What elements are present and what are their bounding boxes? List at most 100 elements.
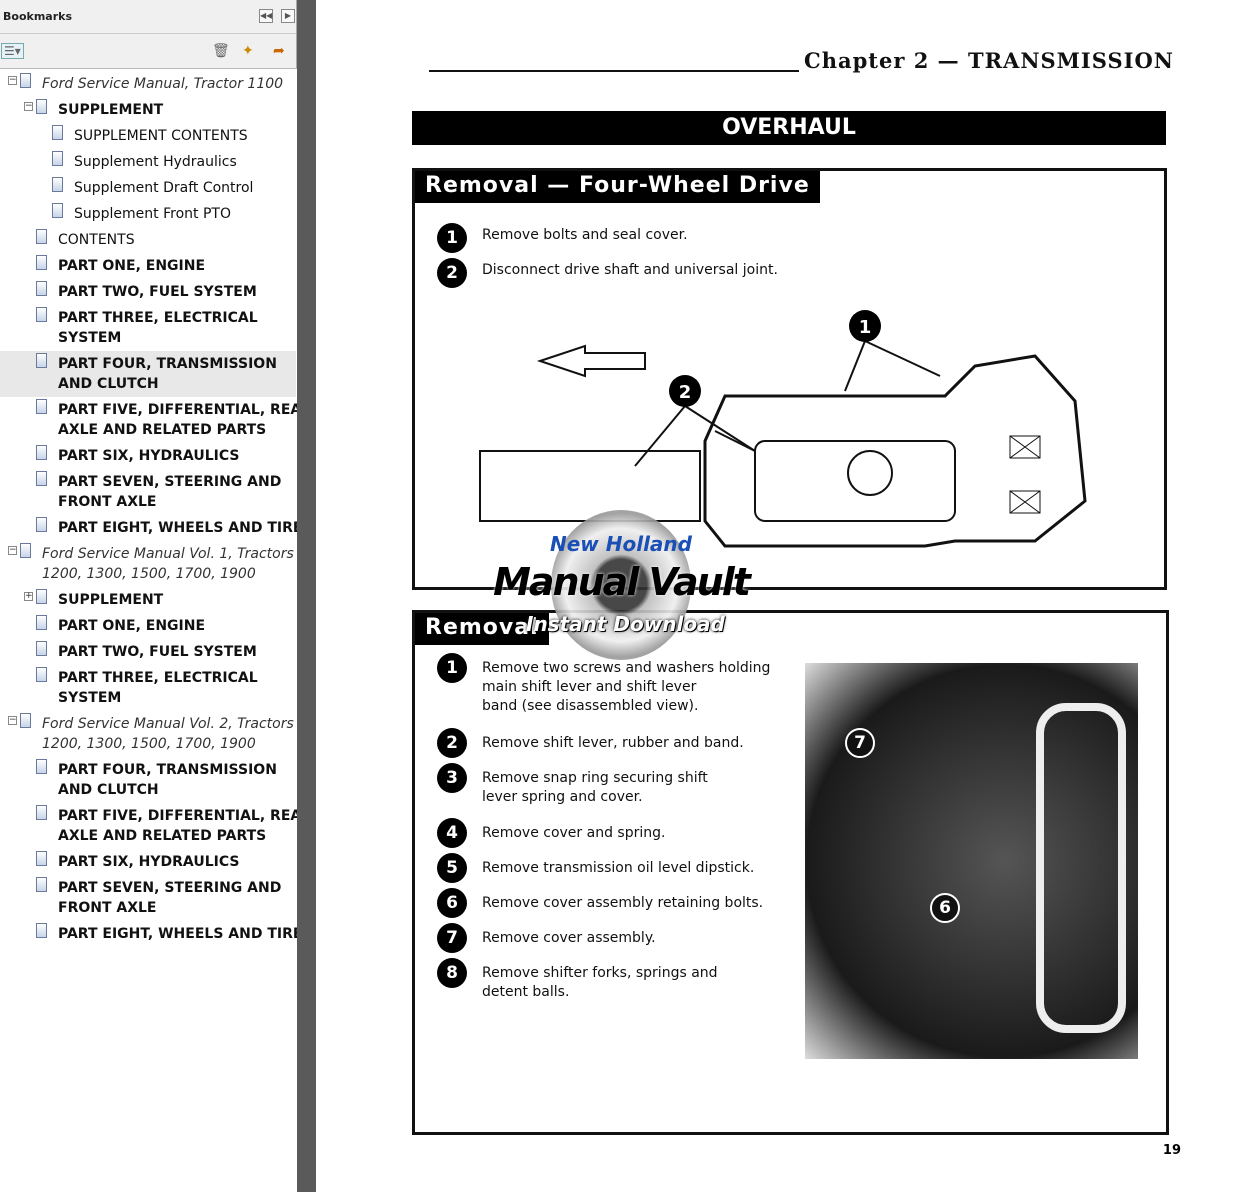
bookmark-item[interactable]: PART EIGHT, WHEELS AND TIRES	[0, 515, 313, 541]
bookmark-icon	[36, 615, 47, 630]
bookmark-icon	[36, 281, 47, 296]
bookmark-item[interactable]: Supplement Hydraulics	[0, 149, 296, 175]
bookmark-item[interactable]: PART SEVEN, STEERING AND FRONT AXLE	[0, 875, 296, 921]
collapse-panel-icon[interactable]: ◀◀	[259, 9, 273, 23]
bookmark-label-line2: 1200, 1300, 1500, 1700, 1900	[42, 736, 256, 752]
callout-2-label: 2	[679, 382, 692, 403]
bookmark-label: SUPPLEMENT	[58, 102, 164, 118]
new-bookmark-icon[interactable]: ✦	[242, 43, 254, 59]
bookmark-icon	[36, 759, 47, 774]
bookmark-label: PART ONE, ENGINE	[58, 618, 206, 634]
bookmark-item[interactable]: − Ford Service Manual Vol. 2, Tractors 120…	[0, 711, 296, 757]
bookmark-item[interactable]: CONTENTS	[0, 227, 296, 253]
bookmark-item[interactable]: PART TWO, FUEL SYSTEM	[0, 279, 296, 305]
bookmark-item[interactable]: PART FIVE, DIFFERENTIAL, REAR AXLE AND RE…	[0, 397, 312, 443]
bookmark-label: PART TWO, FUEL SYSTEM	[58, 644, 257, 660]
bookmark-item[interactable]: PART ONE, ENGINE	[0, 613, 296, 639]
bookmark-item[interactable]: PART THREE, ELECTRICAL SYSTEM	[0, 665, 296, 711]
bookmark-icon	[36, 923, 47, 938]
bookmark-label: SUPPLEMENT	[58, 592, 164, 608]
callout-1-label: 1	[859, 317, 872, 338]
bookmark-label-line2: SYSTEM	[58, 690, 122, 706]
bookmark-icon	[36, 229, 47, 244]
bookmark-label: PART THREE, ELECTRICAL	[58, 310, 258, 326]
bookmark-label: PART FIVE, DIFFERENTIAL, REAR	[58, 808, 312, 824]
panel-title: Bookmarks	[3, 10, 72, 23]
bookmark-icon	[52, 177, 63, 192]
bookmark-label-line2: AXLE AND RELATED PARTS	[58, 422, 267, 438]
bookmark-label-line2: AXLE AND RELATED PARTS	[58, 828, 267, 844]
bookmark-label-line2: AND CLUTCH	[58, 782, 159, 798]
bookmark-icon	[36, 589, 47, 604]
bookmark-icon	[20, 713, 31, 728]
bookmark-icon	[36, 399, 47, 414]
bookmark-label: PART ONE, ENGINE	[58, 258, 206, 274]
expand-toggle-icon[interactable]: +	[24, 592, 33, 601]
bookmark-item[interactable]: SUPPLEMENT CONTENTS	[0, 123, 296, 149]
collapse-toggle-icon[interactable]: −	[8, 546, 17, 555]
bookmark-item[interactable]: PART THREE, ELECTRICAL SYSTEM	[0, 305, 296, 351]
delete-bookmark-icon[interactable]: 🗑	[212, 43, 230, 59]
bookmark-tree: − Ford Service Manual, Tractor 1100 − SUPPL…	[0, 68, 313, 1192]
bookmark-item[interactable]: PART SEVEN, STEERING AND FRONT AXLE	[0, 469, 296, 515]
bookmark-label: PART SEVEN, STEERING AND	[58, 474, 282, 490]
bookmark-label-line2: FRONT AXLE	[58, 900, 157, 916]
bookmark-item[interactable]: PART FOUR, TRANSMISSION AND CLUTCH	[0, 351, 296, 397]
chapter-rule	[429, 70, 799, 72]
bookmark-item[interactable]: + SUPPLEMENT	[0, 587, 296, 613]
bookmark-item[interactable]: PART EIGHT, WHEELS AND TIRES	[0, 921, 313, 947]
transmission-photo: 7 6	[805, 663, 1138, 1059]
photo-callout-7: 7	[845, 728, 875, 758]
next-panel-icon[interactable]: ▶	[281, 9, 295, 23]
bookmark-icon	[20, 73, 31, 88]
bookmark-label: PART FOUR, TRANSMISSION	[58, 356, 277, 372]
bookmark-item[interactable]: PART SIX, HYDRAULICS	[0, 849, 296, 875]
bookmark-item[interactable]: PART TWO, FUEL SYSTEM	[0, 639, 296, 665]
bookmark-label: PART FOUR, TRANSMISSION	[58, 762, 277, 778]
bookmark-label: CONTENTS	[58, 232, 135, 248]
bookmark-item[interactable]: − Ford Service Manual Vol. 1, Tractors 120…	[0, 541, 296, 587]
bookmark-item[interactable]: PART FIVE, DIFFERENTIAL, REAR AXLE AND RE…	[0, 803, 312, 849]
panel-splitter[interactable]	[297, 0, 316, 1192]
bookmark-icon	[52, 203, 63, 218]
expand-bookmark-icon[interactable]: ➦	[273, 43, 285, 59]
bookmark-item[interactable]: − Ford Service Manual, Tractor 1100	[0, 71, 296, 97]
bookmark-icon	[36, 445, 47, 460]
bookmarks-panel: Bookmarks ◀◀ ▶ ☰▾ 🗑 ✦ ➦ − Ford Service Ma…	[0, 0, 313, 1192]
bookmark-label: PART THREE, ELECTRICAL	[58, 670, 258, 686]
bookmark-icon	[36, 851, 47, 866]
bookmark-item[interactable]: PART FOUR, TRANSMISSION AND CLUTCH	[0, 757, 296, 803]
bookmark-icon	[20, 543, 31, 558]
bookmark-label: PART EIGHT, WHEELS AND TIRES	[58, 520, 313, 536]
section-title: Removal — Four-Wheel Drive	[415, 171, 820, 203]
collapse-toggle-icon[interactable]: −	[8, 716, 17, 725]
collapse-toggle-icon[interactable]: −	[8, 76, 17, 85]
bookmark-label-line2: AND CLUTCH	[58, 376, 159, 392]
bookmark-icon	[36, 517, 47, 532]
bookmark-icon	[36, 307, 47, 322]
tire-shape	[1036, 703, 1126, 1033]
page-number: 19	[1162, 1143, 1181, 1158]
bookmark-label: SUPPLEMENT CONTENTS	[74, 128, 248, 144]
bookmark-label-line2: SYSTEM	[58, 330, 122, 346]
bookmark-label: PART SIX, HYDRAULICS	[58, 854, 240, 870]
bookmark-icon	[36, 255, 47, 270]
bookmark-item[interactable]: Supplement Draft Control	[0, 175, 296, 201]
bookmark-item[interactable]: Supplement Front PTO	[0, 201, 296, 227]
options-menu-icon[interactable]: ☰▾	[1, 43, 24, 59]
bookmark-label: Ford Service Manual, Tractor 1100	[42, 76, 284, 92]
bookmark-item[interactable]: PART ONE, ENGINE	[0, 253, 296, 279]
chapter-heading: Chapter 2 — TRANSMISSION	[804, 48, 1174, 73]
bookmark-label: Supplement Front PTO	[74, 206, 231, 222]
bookmark-item[interactable]: − SUPPLEMENT	[0, 97, 296, 123]
section-removal: Removal 1 Remove two screws and washers h…	[412, 610, 1169, 1135]
collapse-toggle-icon[interactable]: −	[24, 102, 33, 111]
bookmark-label: PART SEVEN, STEERING AND	[58, 880, 282, 896]
bookmarks-toolbar: ☰▾ 🗑 ✦ ➦	[0, 34, 296, 68]
bookmark-icon	[36, 667, 47, 682]
bookmark-item[interactable]: PART SIX, HYDRAULICS	[0, 443, 296, 469]
bookmark-label: Ford Service Manual Vol. 1, Tractors	[42, 546, 294, 562]
photo-callout-6: 6	[930, 893, 960, 923]
bookmark-icon	[52, 151, 63, 166]
bookmark-icon	[36, 353, 47, 368]
